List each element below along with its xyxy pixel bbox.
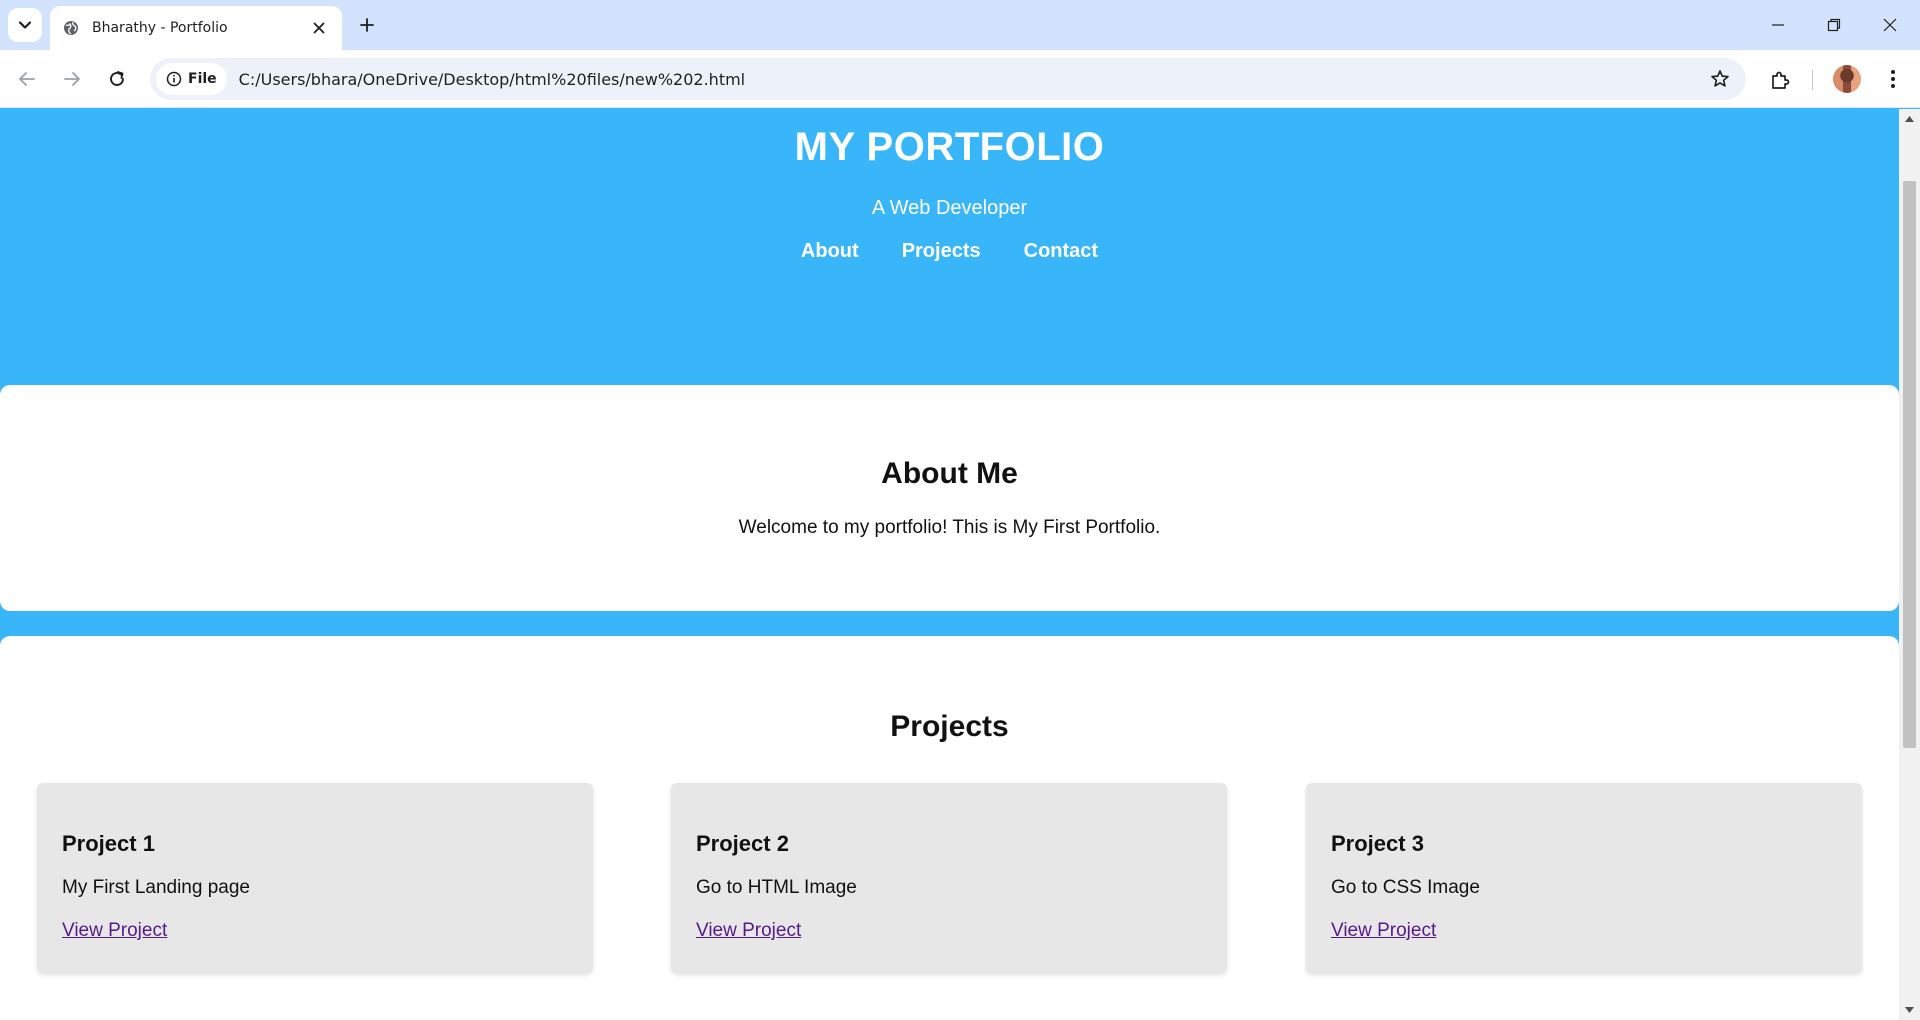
- tab-search-button[interactable]: [8, 8, 42, 42]
- close-icon[interactable]: [308, 17, 330, 39]
- extensions-button[interactable]: [1762, 62, 1798, 98]
- puzzle-icon: [1772, 71, 1790, 89]
- forward-button[interactable]: [55, 62, 89, 96]
- globe-icon: [62, 19, 80, 37]
- minimize-icon: [1772, 24, 1784, 26]
- project-description: Go to CSS Image: [1331, 877, 1480, 898]
- page-viewport: MY PORTFOLIO A Web Developer About Proje…: [0, 109, 1920, 1020]
- projects-section: Projects Project 1 My First Landing page…: [0, 636, 1899, 1020]
- project-description: My First Landing page: [62, 877, 250, 898]
- view-project-link[interactable]: View Project: [62, 920, 167, 942]
- chevron-down-icon: [18, 21, 32, 29]
- project-title: Project 2: [696, 831, 789, 856]
- scrollbar-thumb[interactable]: [1903, 181, 1916, 748]
- info-icon: [166, 71, 182, 87]
- portfolio-page: MY PORTFOLIO A Web Developer About Proje…: [0, 109, 1899, 1020]
- nav-link-contact[interactable]: Contact: [1024, 240, 1098, 263]
- profile-avatar[interactable]: [1833, 65, 1861, 93]
- restore-button[interactable]: [1806, 0, 1862, 50]
- close-icon: [1883, 18, 1897, 32]
- window-close-button[interactable]: [1862, 0, 1918, 50]
- plus-icon: [360, 18, 374, 32]
- project-description: Go to HTML Image: [696, 877, 857, 898]
- hero-header: MY PORTFOLIO A Web Developer About Proje…: [0, 109, 1899, 385]
- view-project-link[interactable]: View Project: [1331, 920, 1436, 942]
- tab-title: Bharathy - Portfolio: [92, 20, 228, 36]
- view-project-link[interactable]: View Project: [696, 920, 801, 942]
- about-section: About Me Welcome to my portfolio! This i…: [0, 385, 1899, 611]
- browser-tab[interactable]: Bharathy - Portfolio: [50, 6, 342, 50]
- new-tab-button[interactable]: [352, 10, 382, 40]
- more-vertical-icon: [1891, 70, 1895, 88]
- scroll-down-button[interactable]: [1899, 1000, 1920, 1020]
- scroll-up-button[interactable]: [1899, 109, 1920, 129]
- triangle-down-icon: [1905, 1007, 1914, 1013]
- arrow-left-icon: [19, 72, 35, 86]
- back-button[interactable]: [10, 62, 44, 96]
- minimize-button[interactable]: [1750, 0, 1806, 50]
- browser-menu-button[interactable]: [1876, 62, 1910, 96]
- project-title: Project 3: [1331, 831, 1424, 856]
- project-title: Project 1: [62, 831, 155, 856]
- page-title: MY PORTFOLIO: [794, 125, 1105, 169]
- page-subtitle: A Web Developer: [871, 197, 1028, 219]
- star-icon: [1711, 70, 1729, 87]
- nav-link-about[interactable]: About: [801, 240, 859, 263]
- project-card: Project 2 Go to HTML Image View Project: [671, 783, 1227, 973]
- site-chip-label: File: [188, 71, 217, 87]
- bookmark-button[interactable]: [1702, 61, 1738, 97]
- nav-link-projects[interactable]: Projects: [902, 240, 981, 263]
- address-bar[interactable]: File C:/Users/bhara/OneDrive/Desktop/htm…: [150, 58, 1746, 100]
- tab-strip: Bharathy - Portfolio: [0, 0, 1920, 50]
- main-nav: About Projects Contact: [0, 240, 1899, 263]
- project-card: Project 3 Go to CSS Image View Project: [1306, 783, 1862, 973]
- about-heading: About Me: [881, 457, 1018, 490]
- arrow-right-icon: [64, 72, 80, 86]
- reload-icon: [110, 71, 124, 86]
- restore-icon: [1827, 18, 1841, 32]
- browser-toolbar: File C:/Users/bhara/OneDrive/Desktop/htm…: [0, 50, 1920, 108]
- toolbar-divider: [1812, 70, 1813, 90]
- url-text[interactable]: C:/Users/bhara/OneDrive/Desktop/html%20f…: [239, 70, 1702, 89]
- project-card: Project 1 My First Landing page View Pro…: [37, 783, 593, 973]
- vertical-scrollbar[interactable]: [1899, 109, 1920, 1020]
- site-info-chip[interactable]: File: [156, 63, 227, 95]
- about-text: Welcome to my portfolio! This is My Firs…: [738, 517, 1161, 538]
- reload-button[interactable]: [100, 62, 134, 96]
- triangle-up-icon: [1905, 116, 1914, 122]
- projects-heading: Projects: [890, 710, 1009, 743]
